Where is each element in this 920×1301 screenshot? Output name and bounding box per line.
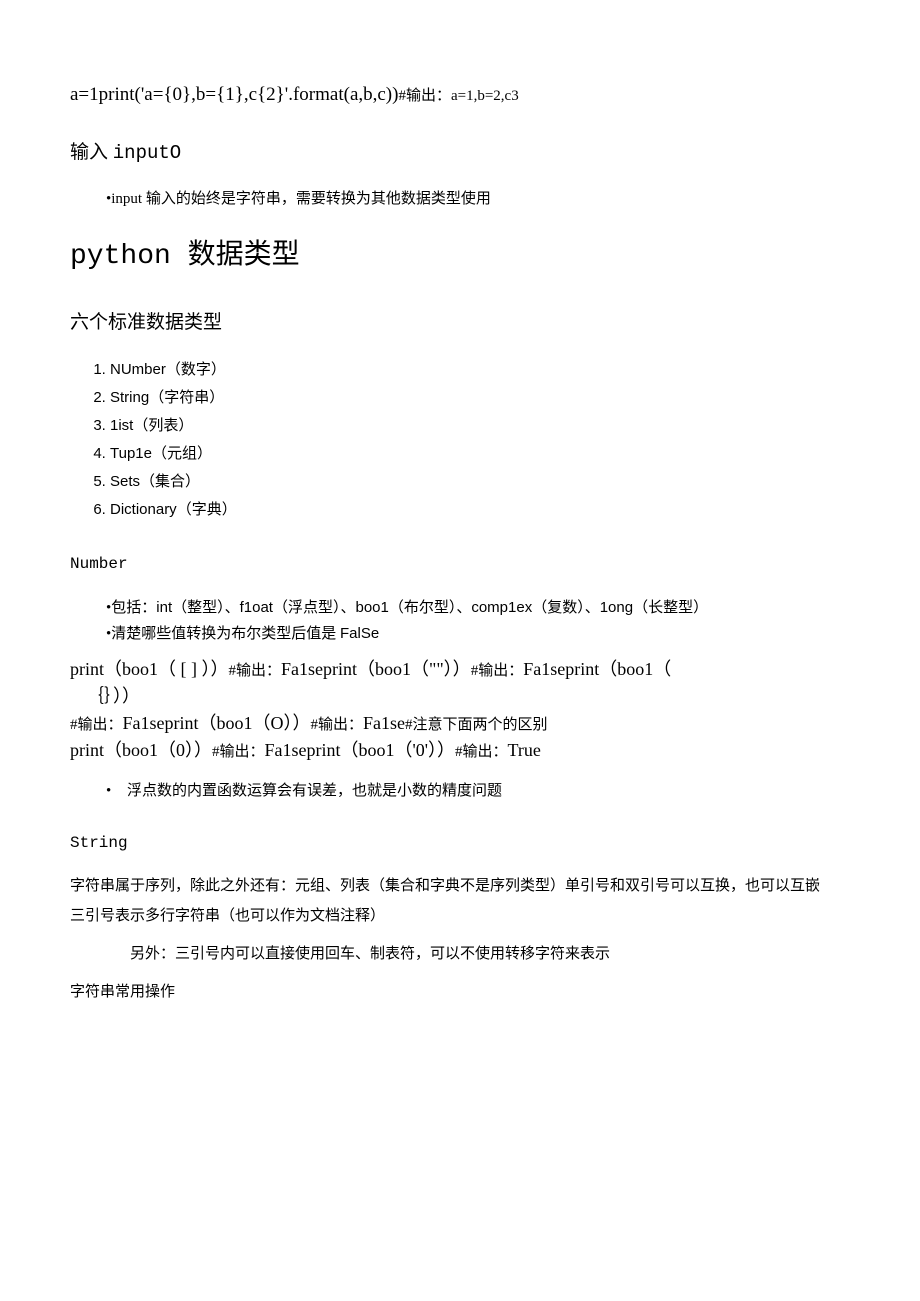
six-types-list: NUmber（数字） String（字符串） 1ist（列表） Tup1e（元组… [86,356,850,524]
list-item: Dictionary（字典） [110,496,850,524]
input-note: •input 输入的始终是字符串，需要转换为其他数据类型使用 [106,187,850,211]
note-cn: •清楚哪些值转换为布尔类型后值是 [106,626,340,642]
type-en: Sets [110,473,140,490]
number-note-2: •清楚哪些值转换为布尔类型后值是 FalSe [106,622,850,646]
code: print（boo1（0）） [70,740,212,760]
number-notes: •包括：int（整型）、f1oat（浮点型）、boo1（布尔型）、comp1ex… [106,596,850,646]
input-prefix: 输入 [70,142,113,163]
string-para-1: 字符串属于序列，除此之外还有：元组、列表（集合和字典不是序列类型）单引号和双引号… [70,874,850,898]
type-cn: （集合） [140,474,200,490]
code: print（boo1（ [ ] ）） [70,659,228,679]
list-item: Sets（集合） [110,468,850,496]
input-note-block: •input 输入的始终是字符串，需要转换为其他数据类型使用 [106,187,850,211]
string-heading: String [70,831,850,857]
number-note-1: •包括：int（整型）、f1oat（浮点型）、boo1（布尔型）、comp1ex… [106,596,850,620]
list-item: Tup1e（元组） [110,440,850,468]
out-label: #输出： [212,744,265,760]
code: Fa1seprint（boo1（""）） [281,659,471,679]
code: Fa1se [363,713,405,733]
type-cn: （列表） [133,418,193,434]
code-output-comment: #输出：a=1,b=2,c3 [398,88,518,104]
float-note-list: 浮点数的内置函数运算会有误差，也就是小数的精度问题 [106,779,850,803]
six-types-heading: 六个标准数据类型 [70,308,850,338]
type-en: Tup1e [110,445,152,462]
title-mono: python [70,241,188,272]
title-cn: 数据类型 [188,239,300,270]
code: Fa1seprint（boo1（O）） [123,713,311,733]
input-mono: inputO [113,142,181,164]
out-label: #输出： [471,663,524,679]
type-en: 1ist [110,417,133,434]
float-note: 浮点数的内置函数运算会有误差，也就是小数的精度问题 [106,779,850,803]
list-item: String（字符串） [110,384,850,412]
code-format-example: a=1print('a={0},b={1},c{2}'.format(a,b,c… [70,80,850,110]
bool-line-2: ｛｝）） [70,683,850,710]
note-cn: •包括： [106,600,156,616]
type-en: String [110,389,149,406]
input-heading: 输入 inputO [70,138,850,168]
type-cn: （字典） [177,502,237,518]
code: Fa1seprint（boo1（'0'）） [265,740,455,760]
bool-line-3: #输出：Fa1seprint（boo1（O））#输出：Fa1se#注意下面两个的… [70,710,850,737]
out-label: #输出： [455,744,508,760]
bool-line-1: print（boo1（ [ ] ））#输出：Fa1seprint（boo1（""… [70,656,850,683]
type-cn: （数字） [166,362,226,378]
code-text: a=1print('a={0},b={1},c{2}'.format(a,b,c… [70,84,398,105]
number-heading: Number [70,552,850,578]
code: ｛｝）） [86,686,140,706]
type-cn: （字符串） [149,390,224,406]
out-label: #输出： [228,663,281,679]
string-para-2: 三引号表示多行字符串（也可以作为文档注释） [70,904,850,928]
string-para-3: 另外：三引号内可以直接使用回车、制表符，可以不使用转移字符来表示 [130,942,850,966]
type-cn: （元组） [152,446,212,462]
bool-line-4: print（boo1（0））#输出：Fa1seprint（boo1（'0'））#… [70,737,850,764]
type-en: NUmber [110,361,166,378]
code: True [508,740,541,760]
type-en: Dictionary [110,501,177,518]
bool-code-block: print（boo1（ [ ] ））#输出：Fa1seprint（boo1（""… [70,656,850,764]
note-en: int（整型）、f1oat（浮点型）、boo1（布尔型）、comp1ex（复数）… [156,599,708,616]
comment: #注意下面两个的区别 [405,717,548,733]
page-title: python 数据类型 [70,233,850,280]
out-label: #输出： [70,717,123,733]
code: Fa1seprint（boo1（ [523,659,671,679]
note-false: FalSe [340,625,379,642]
string-ops-heading: 字符串常用操作 [70,980,850,1004]
list-item: NUmber（数字） [110,356,850,384]
out-label: #输出： [311,717,364,733]
list-item: 1ist（列表） [110,412,850,440]
